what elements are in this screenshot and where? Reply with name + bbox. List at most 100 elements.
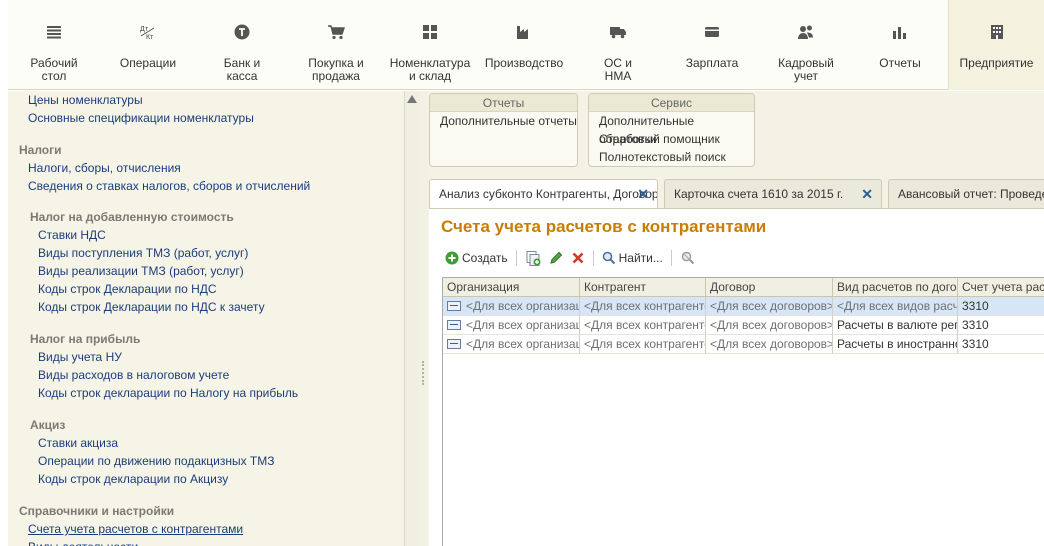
record-icon <box>447 320 461 330</box>
nav-link-item[interactable]: Коды строк декларации по Акцизу <box>38 472 228 486</box>
table-cell: Расчеты в валюте регламентированного уче… <box>833 316 958 335</box>
section-label-line: и склад <box>408 69 452 83</box>
section-label: Рабочий стол <box>8 57 100 83</box>
nav-link-item[interactable]: Виды расходов в налоговом учете <box>38 368 229 382</box>
find-button[interactable]: Найти... <box>598 247 667 269</box>
table-cell: 3310 <box>958 316 1044 335</box>
section-label-line: Операции <box>119 56 177 70</box>
section-label: Предприятие <box>949 57 1044 70</box>
section-hr[interactable]: Кадровый учет <box>760 0 852 90</box>
plus-circle-icon <box>445 251 459 265</box>
pencil-icon <box>549 251 562 264</box>
nav-group-heading: Налоги <box>19 143 62 157</box>
column-header[interactable]: Контрагент <box>580 278 706 297</box>
find-button-label: Найти... <box>618 251 663 265</box>
copy-button[interactable] <box>521 247 545 269</box>
table-cell: 3310 <box>958 297 1044 316</box>
section-reports[interactable]: Отчеты <box>854 0 946 90</box>
reports-panel-item[interactable]: Дополнительные отчеты <box>430 112 577 130</box>
tab-advance-report[interactable]: Авансовый отчет: Проведен <box>888 179 1044 208</box>
cell-text: <Для всех организаций> <box>466 299 579 313</box>
table-cell: <Для всех контрагентов> <box>580 297 706 316</box>
edit-button[interactable] <box>545 247 567 269</box>
service-panel-item[interactable]: Дополнительные обработки <box>589 112 754 146</box>
delete-button[interactable] <box>567 247 589 269</box>
section-operations[interactable]: Дт Кт Операции <box>102 0 194 90</box>
cell-text: <Для всех контрагентов> <box>584 299 705 313</box>
create-button[interactable]: Создать <box>441 247 512 269</box>
record-icon <box>447 339 461 349</box>
currency-icon <box>196 22 288 42</box>
nav-link-item[interactable]: Виды поступления ТМЗ (работ, услуг) <box>38 246 248 260</box>
section-purchase[interactable]: Покупка и продажа <box>290 0 382 90</box>
nav-link-item[interactable]: Налоги, сборы, отчисления <box>28 161 181 175</box>
left-panel-scrollbar[interactable] <box>404 91 419 546</box>
table-row[interactable]: <Для всех организаций> <Для всех контраге… <box>443 297 1044 316</box>
cell-text: <Для всех видов расчетов> <box>837 299 958 313</box>
table-row[interactable]: <Для всех организаций> <Для всех контраге… <box>443 335 1044 354</box>
splitter-grip-icon <box>422 361 424 385</box>
section-desktop[interactable]: Рабочий стол <box>8 0 100 90</box>
nav-link-item[interactable]: Коды строк Декларации по НДС <box>38 282 217 296</box>
nav-link-item[interactable]: Операции по движению подакцизных ТМЗ <box>38 454 275 468</box>
table-cell: <Для всех контрагентов> <box>580 335 706 354</box>
section-enterprise[interactable]: Предприятие <box>948 0 1044 90</box>
nav-link-item[interactable]: Сведения о ставках налогов, сборов и отч… <box>28 179 310 193</box>
scroll-up-arrow-icon[interactable] <box>407 95 417 103</box>
column-header[interactable]: Вид расчетов по договору <box>833 278 958 297</box>
nav-group-heading: Справочники и настройки <box>19 504 175 518</box>
section-bank[interactable]: Банк и касса <box>196 0 288 90</box>
section-fixed-assets[interactable]: ОС и НМА <box>572 0 664 90</box>
nav-link-item[interactable]: Цены номенклатуры <box>28 93 143 107</box>
document-content: Счета учета расчетов с контрагентами Соз… <box>429 208 1044 546</box>
nav-link-item[interactable]: Основные спецификации номенклатуры <box>28 111 254 125</box>
copy-icon <box>526 251 541 266</box>
panel-splitter[interactable] <box>419 91 427 546</box>
toolbar-separator <box>592 250 594 266</box>
delete-x-icon <box>572 252 584 264</box>
cell-text: <Для всех организаций> <box>466 318 579 332</box>
service-panel-item[interactable]: Полнотекстовый поиск <box>589 148 754 166</box>
toolbar-separator <box>515 250 517 266</box>
table-row[interactable]: <Для всех организаций> <Для всех контраге… <box>443 316 1044 335</box>
section-label: Операции <box>102 57 194 70</box>
section-label-line: Отчеты <box>879 56 921 70</box>
section-label-line: касса <box>226 69 258 83</box>
section-production[interactable]: Производство <box>478 0 570 90</box>
tab-label: Анализ субконто Контрагенты, Договоры <box>439 187 658 201</box>
section-nomenclature[interactable]: Номенклатура и склад <box>384 0 476 90</box>
column-header[interactable]: Договор <box>706 278 833 297</box>
people-icon <box>760 22 852 42</box>
service-panel-item[interactable]: Стартовый помощник <box>589 130 754 148</box>
tab-account-card[interactable]: Карточка счета 1610 за 2015 г. ✕ <box>664 179 882 208</box>
section-label: Кадровый учет <box>760 57 852 83</box>
nav-link-item[interactable]: Ставки НДС <box>38 228 106 242</box>
nav-link-item[interactable]: Счета учета расчетов с контрагентами <box>28 522 243 536</box>
cancel-search-button[interactable] <box>676 247 700 269</box>
table-cell: <Для всех организаций> <box>443 335 580 354</box>
close-icon[interactable]: ✕ <box>861 180 873 208</box>
cell-text: <Для всех договоров> <box>710 299 833 313</box>
nav-link-item[interactable]: Коды строк декларации по Налогу на прибы… <box>38 386 298 400</box>
column-header[interactable]: Организация <box>443 278 580 297</box>
nav-link-item[interactable]: Ставки акциза <box>38 436 118 450</box>
nav-link-item[interactable]: Виды реализации ТМЗ (работ, услуг) <box>38 264 244 278</box>
close-icon[interactable]: ✕ <box>637 180 649 208</box>
section-label-line: Предприятие <box>959 56 1034 70</box>
nav-link-item[interactable]: Коды строк Декларации по НДС к зачету <box>38 300 265 314</box>
table-cell: <Для всех видов расчетов> <box>833 297 958 316</box>
section-label-line: стол <box>41 69 67 83</box>
toolbar-separator <box>670 250 672 266</box>
cell-text: <Для всех контрагентов> <box>584 318 705 332</box>
column-header[interactable]: Счет учета расчетов <box>958 278 1044 297</box>
tab-analysis[interactable]: Анализ субконто Контрагенты, Договоры ✕ <box>429 179 658 208</box>
table-cell: <Для всех организаций> <box>443 316 580 335</box>
service-panel: Сервис Дополнительные обработки Стартовый… <box>588 93 755 167</box>
section-salary[interactable]: Зарплата <box>666 0 758 90</box>
nav-link-item[interactable]: Виды учета НУ <box>38 350 122 364</box>
tab-label: Карточка счета 1610 за 2015 г. <box>674 187 844 201</box>
debit-credit-icon: Дт Кт <box>102 22 194 42</box>
cell-text: 3310 <box>962 337 989 351</box>
section-label-line: Производство <box>484 56 564 70</box>
nav-link-item[interactable]: Виды деятельности <box>28 540 138 546</box>
